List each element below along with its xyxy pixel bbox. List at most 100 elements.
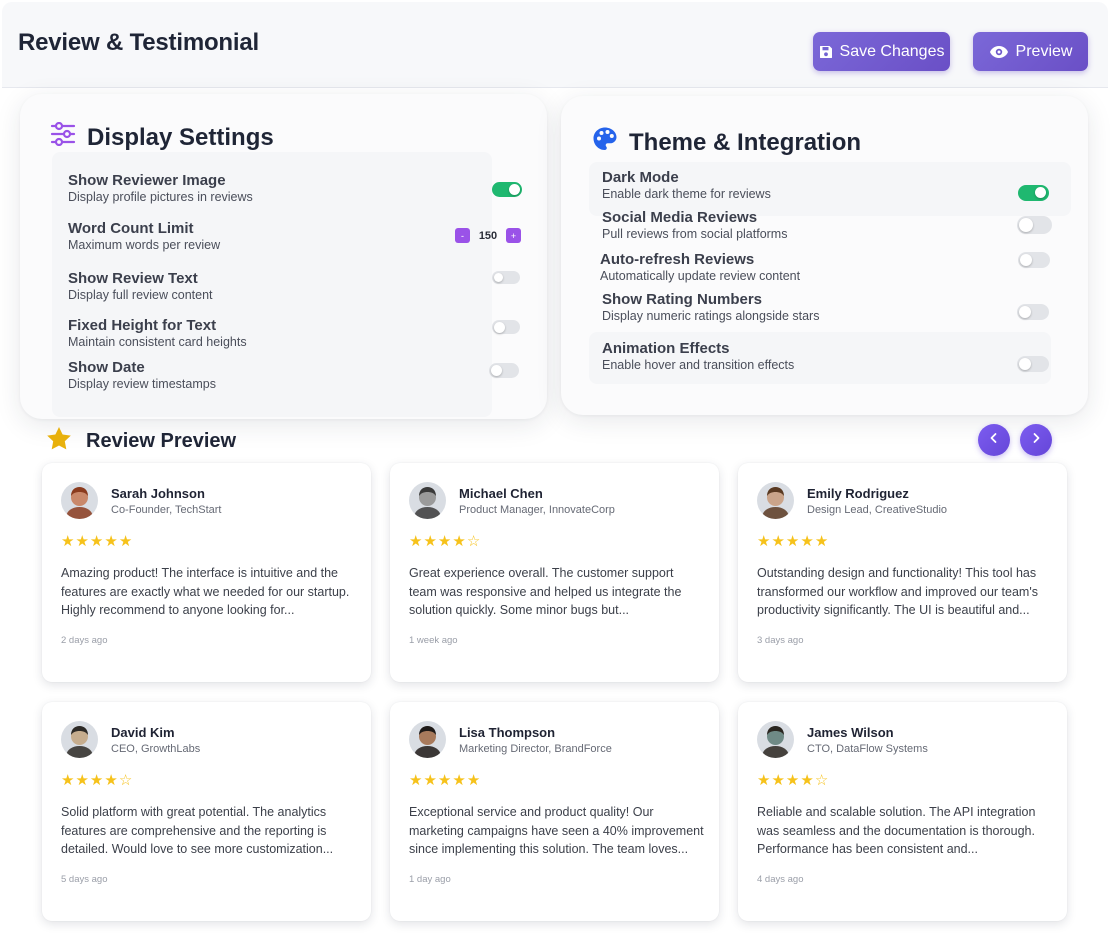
reviewer-name: Michael Chen xyxy=(459,486,543,501)
carousel-next-button[interactable] xyxy=(1020,424,1052,456)
save-changes-label: Save Changes xyxy=(839,42,945,60)
star-filled-icon: ★ xyxy=(437,772,452,789)
setting-description: Maximum words per review xyxy=(68,238,221,252)
star-rating: ★ ★ ★ ★ ★ xyxy=(61,534,132,549)
review-card[interactable]: James Wilson CTO, DataFlow Systems ★ ★ ★ ★ ☆ Re… xyxy=(738,702,1067,921)
setting-description: Display profile pictures in reviews xyxy=(68,190,253,204)
star-filled-icon: ★ xyxy=(771,533,785,550)
show-rating-numbers-toggle[interactable] xyxy=(1017,304,1049,320)
setting-label: Show Reviewer Image xyxy=(68,172,226,189)
display-settings-title: Display Settings xyxy=(87,123,274,151)
reviewer-role: Marketing Director, BrandForce xyxy=(459,743,612,755)
star-filled-icon: ★ xyxy=(423,533,437,550)
review-text: Solid platform with great potential. The… xyxy=(61,805,334,857)
star-filled-icon: ★ xyxy=(75,772,89,789)
avatar xyxy=(61,482,98,519)
toggle-knob xyxy=(494,322,505,333)
toggle-knob xyxy=(509,184,520,195)
star-filled-icon: ★ xyxy=(89,772,104,789)
reviewer-name: Emily Rodriguez xyxy=(807,486,909,501)
star-filled-icon: ★ xyxy=(104,533,118,550)
reviewer-role: Co-Founder, TechStart xyxy=(111,504,222,516)
reviewer-name: David Kim xyxy=(111,725,175,740)
reviewer-name: James Wilson xyxy=(807,725,894,740)
review-card[interactable]: Michael Chen Product Manager, InnovateCor… xyxy=(390,463,719,682)
show-date-toggle[interactable] xyxy=(489,363,519,378)
star-filled-icon: ★ xyxy=(118,533,133,550)
review-text: Amazing product! The interface is intuit… xyxy=(61,566,350,618)
review-text: Reliable and scalable solution. The API … xyxy=(757,805,1036,857)
theme-integration-panel: Theme & Integration Dark Mode Enable dar… xyxy=(561,96,1088,415)
setting-description: Display numeric ratings alongside stars xyxy=(602,309,820,323)
star-filled-icon: ★ xyxy=(814,533,829,550)
avatar xyxy=(61,721,98,758)
star-rating: ★ ★ ★ ★ ☆ xyxy=(409,534,480,549)
setting-label: Animation Effects xyxy=(602,340,730,357)
setting-label: Social Media Reviews xyxy=(602,209,758,226)
setting-label: Show Review Text xyxy=(68,270,198,287)
review-date: 4 days ago xyxy=(757,874,804,885)
dark-mode-toggle[interactable] xyxy=(1018,185,1049,201)
decrement-button[interactable]: - xyxy=(455,228,470,243)
setting-description: Enable dark theme for reviews xyxy=(602,187,771,201)
setting-description: Display review timestamps xyxy=(68,377,216,391)
show-review-text-toggle[interactable] xyxy=(492,271,520,284)
setting-label: Auto-refresh Reviews xyxy=(600,251,755,268)
save-changes-button[interactable]: Save Changes xyxy=(813,32,950,71)
star-outline-icon: ☆ xyxy=(466,533,481,550)
reviewer-name: Sarah Johnson xyxy=(111,486,205,501)
setting-label: Fixed Height for Text xyxy=(68,317,217,334)
palette-icon xyxy=(592,126,618,159)
reviewer-role: Product Manager, InnovateCorp xyxy=(459,504,615,516)
star-filled-icon: ★ xyxy=(75,533,89,550)
word-count-value[interactable]: 150 xyxy=(470,230,506,242)
reviewer-role: CEO, GrowthLabs xyxy=(111,743,201,755)
setting-description: Display full review content xyxy=(68,288,213,302)
toggle-knob xyxy=(1019,218,1033,232)
star-outline-icon: ☆ xyxy=(814,772,829,789)
theme-integration-title: Theme & Integration xyxy=(629,128,862,156)
setting-label: Show Rating Numbers xyxy=(602,291,763,308)
eye-icon xyxy=(989,45,1009,59)
preview-button[interactable]: Preview xyxy=(973,32,1088,71)
auto-refresh-toggle[interactable] xyxy=(1018,252,1050,268)
toggle-knob xyxy=(1035,187,1046,198)
star-icon xyxy=(46,426,72,457)
star-filled-icon: ★ xyxy=(785,772,800,789)
floppy-disk-icon xyxy=(819,45,833,59)
setting-label: Dark Mode xyxy=(602,169,679,186)
review-text: Exceptional service and product quality!… xyxy=(409,805,704,857)
review-card[interactable]: Sarah Johnson Co-Founder, TechStart ★ ★ ★ ★ ★ A… xyxy=(42,463,371,682)
show-reviewer-image-toggle[interactable] xyxy=(492,182,522,197)
setting-description: Automatically update review content xyxy=(600,269,801,283)
carousel-prev-button[interactable] xyxy=(978,424,1010,456)
star-filled-icon: ★ xyxy=(800,772,814,789)
review-card[interactable]: Lisa Thompson Marketing Director, BrandFo… xyxy=(390,702,719,921)
review-card[interactable]: Emily Rodriguez Design Lead, CreativeStud… xyxy=(738,463,1067,682)
animation-effects-toggle[interactable] xyxy=(1017,356,1049,372)
review-date: 5 days ago xyxy=(61,874,108,885)
page-title: Review & Testimonial xyxy=(18,29,259,56)
star-filled-icon: ★ xyxy=(437,533,452,550)
star-filled-icon: ★ xyxy=(452,772,466,789)
star-outline-icon: ☆ xyxy=(118,772,133,789)
toggle-knob xyxy=(494,273,503,282)
star-filled-icon: ★ xyxy=(61,772,75,789)
social-media-reviews-toggle[interactable] xyxy=(1017,216,1052,234)
review-date: 3 days ago xyxy=(757,635,804,646)
star-filled-icon: ★ xyxy=(104,772,118,789)
star-filled-icon: ★ xyxy=(61,533,75,550)
setting-description: Maintain consistent card heights xyxy=(68,335,247,349)
setting-label: Word Count Limit xyxy=(68,220,194,237)
reviewer-role: CTO, DataFlow Systems xyxy=(807,743,928,755)
review-card[interactable]: David Kim CEO, GrowthLabs ★ ★ ★ ★ ☆ Solid platf… xyxy=(42,702,371,921)
setting-description: Enable hover and transition effects xyxy=(602,358,795,372)
increment-button[interactable]: + xyxy=(506,228,521,243)
star-filled-icon: ★ xyxy=(800,533,814,550)
setting-description: Pull reviews from social platforms xyxy=(602,227,788,241)
fixed-height-toggle[interactable] xyxy=(492,320,520,334)
toggle-knob xyxy=(1020,254,1032,266)
reviewer-name: Lisa Thompson xyxy=(459,725,556,740)
star-filled-icon: ★ xyxy=(89,533,104,550)
avatar xyxy=(757,482,794,519)
